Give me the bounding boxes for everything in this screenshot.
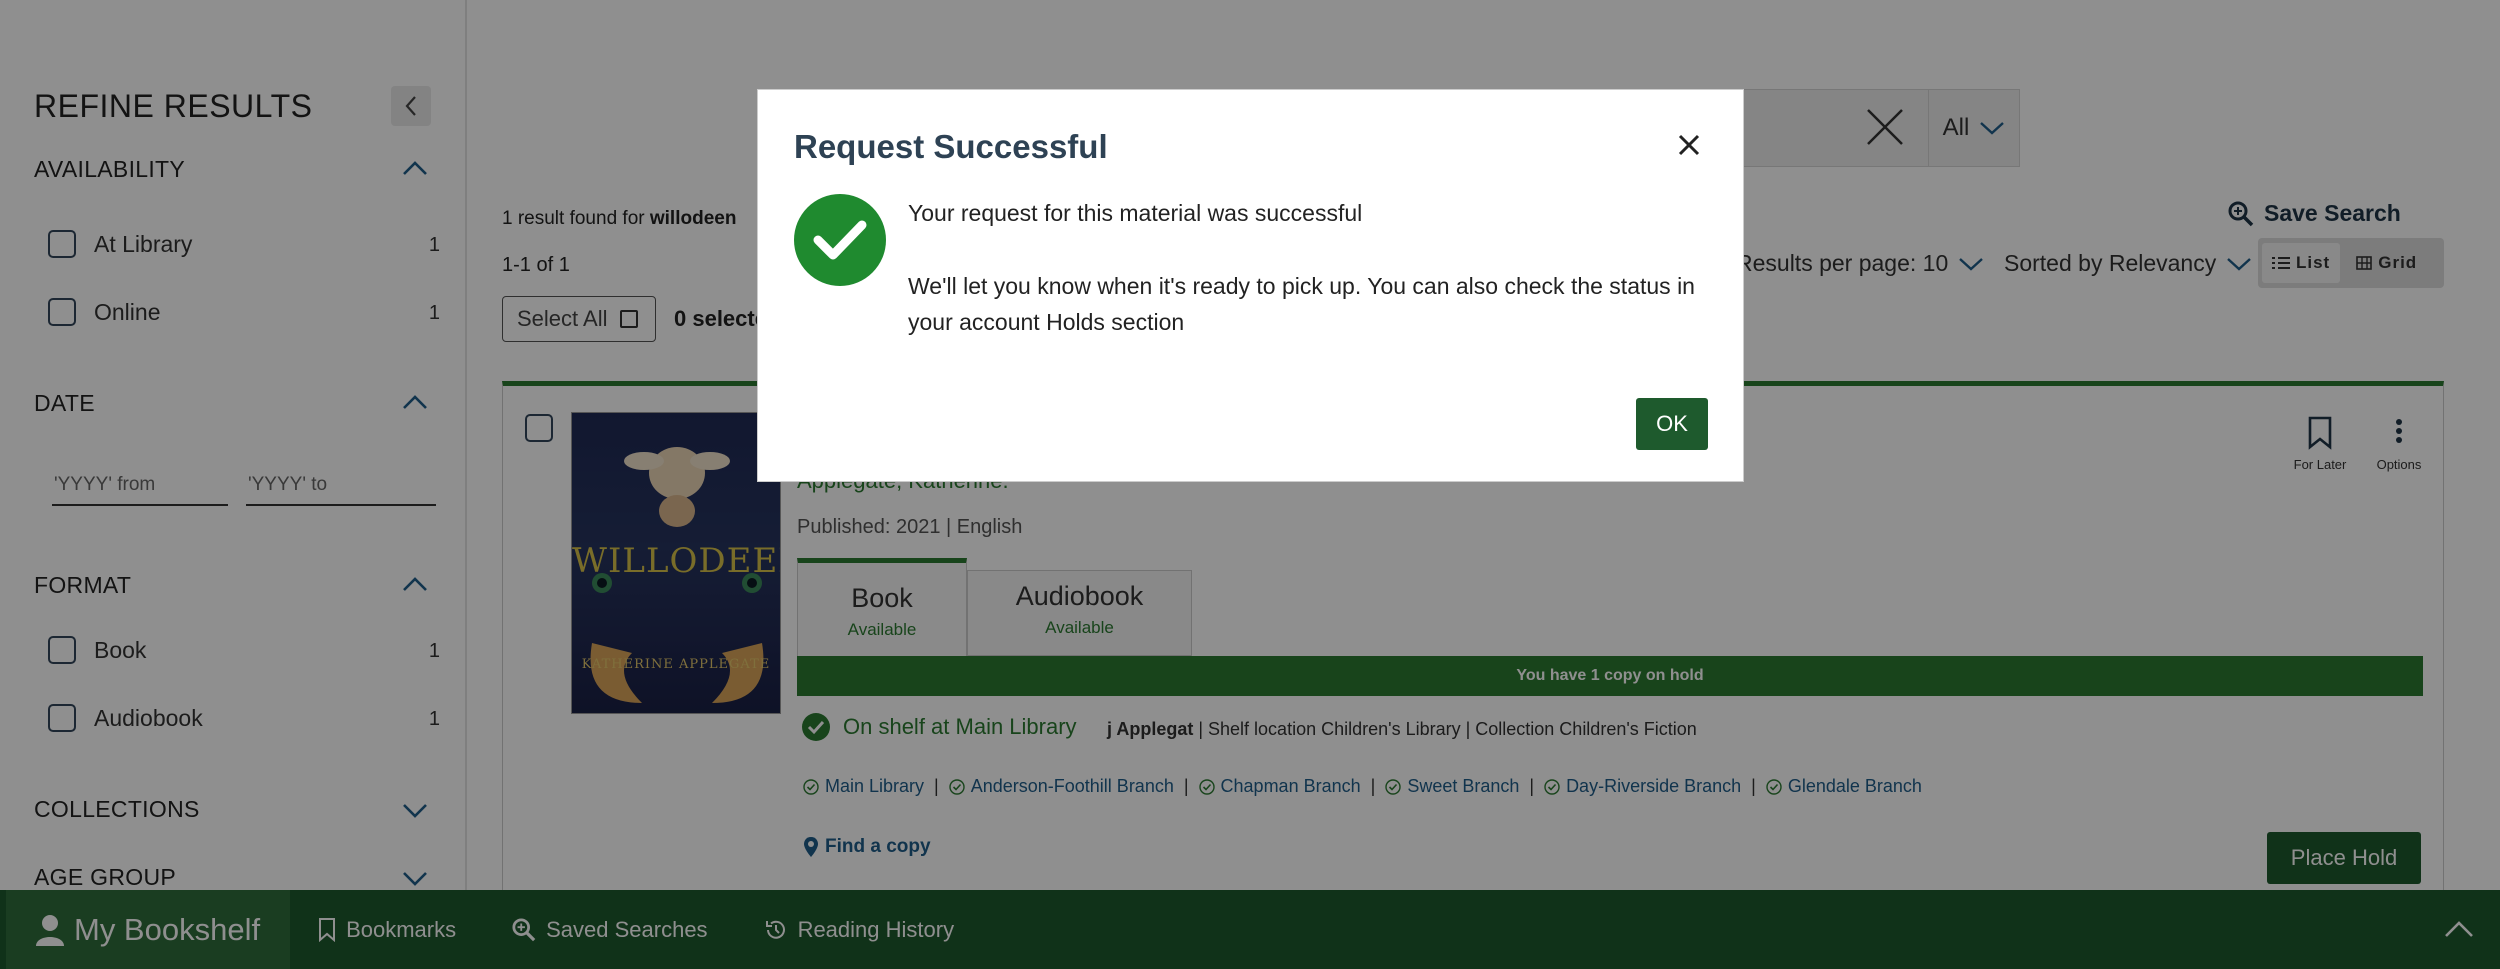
success-check-icon — [794, 194, 886, 286]
close-icon[interactable] — [1674, 130, 1704, 160]
request-success-dialog: Request Successful Your request for this… — [757, 89, 1744, 482]
dialog-title: Request Successful — [794, 128, 1108, 165]
dialog-message: Your request for this material was succe… — [908, 200, 1363, 226]
dialog-detail: We'll let you know when it's ready to pi… — [908, 273, 1695, 335]
page: REFINE RESULTS AVAILABILITY At Library 1… — [0, 0, 2500, 969]
ok-button[interactable]: OK — [1636, 398, 1708, 450]
